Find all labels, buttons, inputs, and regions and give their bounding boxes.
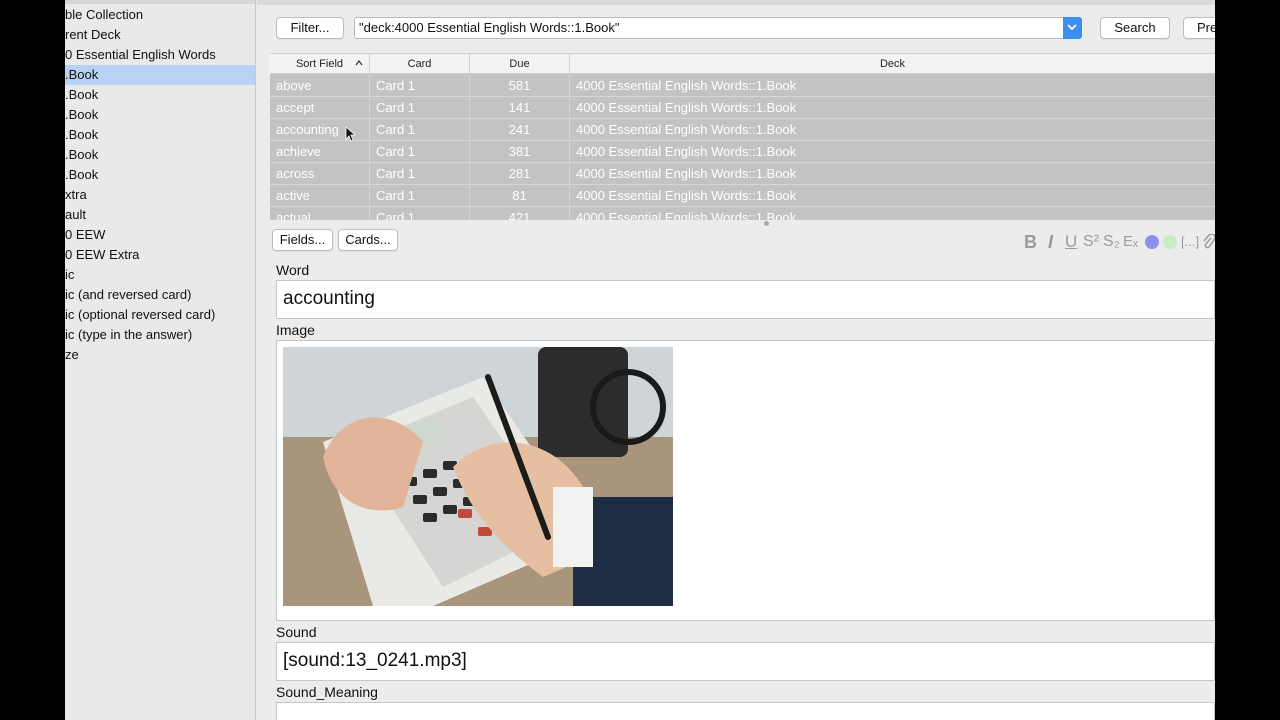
sound-meaning-field[interactable] <box>276 702 1215 720</box>
sidebar-item-book-5[interactable]: .Book <box>65 145 255 165</box>
sidebar-item-eew-extra-note-type[interactable]: 0 EEW Extra <box>65 245 255 265</box>
field-label-sound: Sound <box>276 624 317 640</box>
table-row[interactable]: above Card 1 581 4000 Essential English … <box>270 75 1215 97</box>
cell-deck: 4000 Essential English Words::1.Book <box>576 100 797 115</box>
sidebar-item-whole-collection[interactable]: ble Collection <box>65 5 255 25</box>
chevron-down-icon <box>1067 24 1077 31</box>
column-header-card[interactable]: Card <box>370 54 470 74</box>
table-row[interactable]: accept Card 1 141 4000 Essential English… <box>270 97 1215 119</box>
cell-card: Card 1 <box>370 75 470 97</box>
cell-deck: 4000 Essential English Words::1.Book <box>576 166 797 181</box>
splitter-handle[interactable] <box>764 221 769 226</box>
cell-deck: 4000 Essential English Words::1.Book <box>576 144 797 159</box>
sidebar: ble Collection rent Deck 0 Essential Eng… <box>65 0 256 720</box>
clear-formatting-button[interactable]: Eₓ <box>1123 232 1138 252</box>
cell-due: 381 <box>470 141 570 163</box>
cell-sort-field: actual <box>270 207 370 220</box>
cell-card: Card 1 <box>370 97 470 119</box>
field-label-image: Image <box>276 322 315 338</box>
table-row[interactable]: across Card 1 281 4000 Essential English… <box>270 163 1215 185</box>
cell-card: Card 1 <box>370 207 470 220</box>
table-row[interactable]: achieve Card 1 381 4000 Essential Englis… <box>270 141 1215 163</box>
sort-ascending-icon <box>355 60 363 66</box>
main-panel: Filter... "deck:4000 Essential English W… <box>257 0 1215 720</box>
search-button[interactable]: Search <box>1100 17 1170 39</box>
text-color-button[interactable] <box>1145 235 1159 249</box>
cell-due: 241 <box>470 119 570 141</box>
sidebar-item-current-deck[interactable]: rent Deck <box>65 25 255 45</box>
cloze-button[interactable]: [...] <box>1181 232 1199 252</box>
field-label-sound-meaning: Sound_Meaning <box>276 684 378 700</box>
sidebar-item-essential-english-words[interactable]: 0 Essential English Words <box>65 45 255 65</box>
sidebar-item-book-3[interactable]: .Book <box>65 105 255 125</box>
cell-due: 421 <box>470 207 570 220</box>
sidebar-item-cloze[interactable]: ze <box>65 345 255 365</box>
sidebar-item-basic-optional-reversed[interactable]: ic (optional reversed card) <box>65 305 255 325</box>
sidebar-item-book-1[interactable]: .Book <box>65 65 255 85</box>
sidebar-item-book-2[interactable]: .Book <box>65 85 255 105</box>
italic-button[interactable]: I <box>1048 232 1053 252</box>
highlight-color-button[interactable] <box>1163 235 1177 249</box>
word-field-value: accounting <box>283 288 375 309</box>
cell-deck: 4000 Essential English Words::1.Book <box>576 78 797 93</box>
cell-deck: 4000 Essential English Words::1.Book <box>576 188 797 203</box>
sidebar-item-eew-note-type[interactable]: 0 EEW <box>65 225 255 245</box>
image-field[interactable] <box>276 340 1215 621</box>
cell-due: 141 <box>470 97 570 119</box>
cell-sort-field: above <box>270 75 370 97</box>
column-header-deck[interactable]: Deck <box>570 54 1215 74</box>
table-header: Sort Field Card Due Deck <box>270 54 1215 74</box>
column-header-label: Sort Field <box>295 58 344 70</box>
search-query-text: "deck:4000 Essential English Words::1.Bo… <box>359 20 620 35</box>
sidebar-item-book-6[interactable]: .Book <box>65 165 255 185</box>
cell-due: 581 <box>470 75 570 97</box>
browser-window: ble Collection rent Deck 0 Essential Eng… <box>65 0 1215 720</box>
sidebar-item-extra[interactable]: xtra <box>65 185 255 205</box>
mouse-cursor-icon <box>345 126 355 142</box>
cell-card: Card 1 <box>370 119 470 141</box>
column-header-due[interactable]: Due <box>470 54 570 74</box>
table-row[interactable]: actual Card 1 421 4000 Essential English… <box>270 207 1215 220</box>
title-bar-edge <box>257 0 1215 5</box>
attachment-icon[interactable] <box>1202 234 1215 250</box>
sidebar-top-edge <box>65 0 255 4</box>
cell-sort-field: achieve <box>270 141 370 163</box>
table-row[interactable]: active Card 1 81 4000 Essential English … <box>270 185 1215 207</box>
superscript-button[interactable]: S² <box>1083 232 1099 252</box>
sidebar-item-basic-type-answer[interactable]: ic (type in the answer) <box>65 325 255 345</box>
cell-deck: 4000 Essential English Words::1.Book <box>576 122 797 137</box>
cell-due: 281 <box>470 163 570 185</box>
table-row[interactable]: accounting Card 1 241 4000 Essential Eng… <box>270 119 1215 141</box>
cell-due: 81 <box>470 185 570 207</box>
bold-button[interactable]: B <box>1024 232 1037 252</box>
calculator-photo <box>283 347 673 606</box>
sidebar-item-book-4[interactable]: .Book <box>65 125 255 145</box>
filter-button[interactable]: Filter... <box>276 17 344 39</box>
search-history-dropdown[interactable] <box>1063 17 1082 39</box>
cards-button[interactable]: Cards... <box>338 229 398 251</box>
cards-table[interactable]: Sort Field Card Due Deck above Card 1 58… <box>270 53 1215 220</box>
cell-sort-field: across <box>270 163 370 185</box>
sidebar-item-basic-reversed[interactable]: ic (and reversed card) <box>65 285 255 305</box>
sidebar-item-default[interactable]: ault <box>65 205 255 225</box>
calculator-photo-illustration <box>283 347 673 606</box>
column-header-sort-field[interactable]: Sort Field <box>270 54 370 74</box>
underline-button[interactable]: U <box>1065 232 1077 252</box>
word-field[interactable]: accounting <box>276 280 1215 319</box>
preview-button[interactable]: Pre <box>1183 17 1215 39</box>
sound-field[interactable]: [sound:13_0241.mp3] <box>276 642 1215 681</box>
cell-sort-field: accounting <box>270 119 370 141</box>
cell-sort-field: accept <box>270 97 370 119</box>
subscript-button[interactable]: S₂ <box>1103 232 1120 252</box>
sidebar-item-basic[interactable]: ic <box>65 265 255 285</box>
cell-sort-field: active <box>270 185 370 207</box>
cell-deck: 4000 Essential English Words::1.Book <box>576 210 797 220</box>
field-label-word: Word <box>276 262 310 278</box>
cell-card: Card 1 <box>370 141 470 163</box>
cell-card: Card 1 <box>370 163 470 185</box>
search-input[interactable]: "deck:4000 Essential English Words::1.Bo… <box>354 17 1082 39</box>
cell-card: Card 1 <box>370 185 470 207</box>
fields-button[interactable]: Fields... <box>272 229 333 251</box>
sound-field-value: [sound:13_0241.mp3] <box>283 650 467 671</box>
